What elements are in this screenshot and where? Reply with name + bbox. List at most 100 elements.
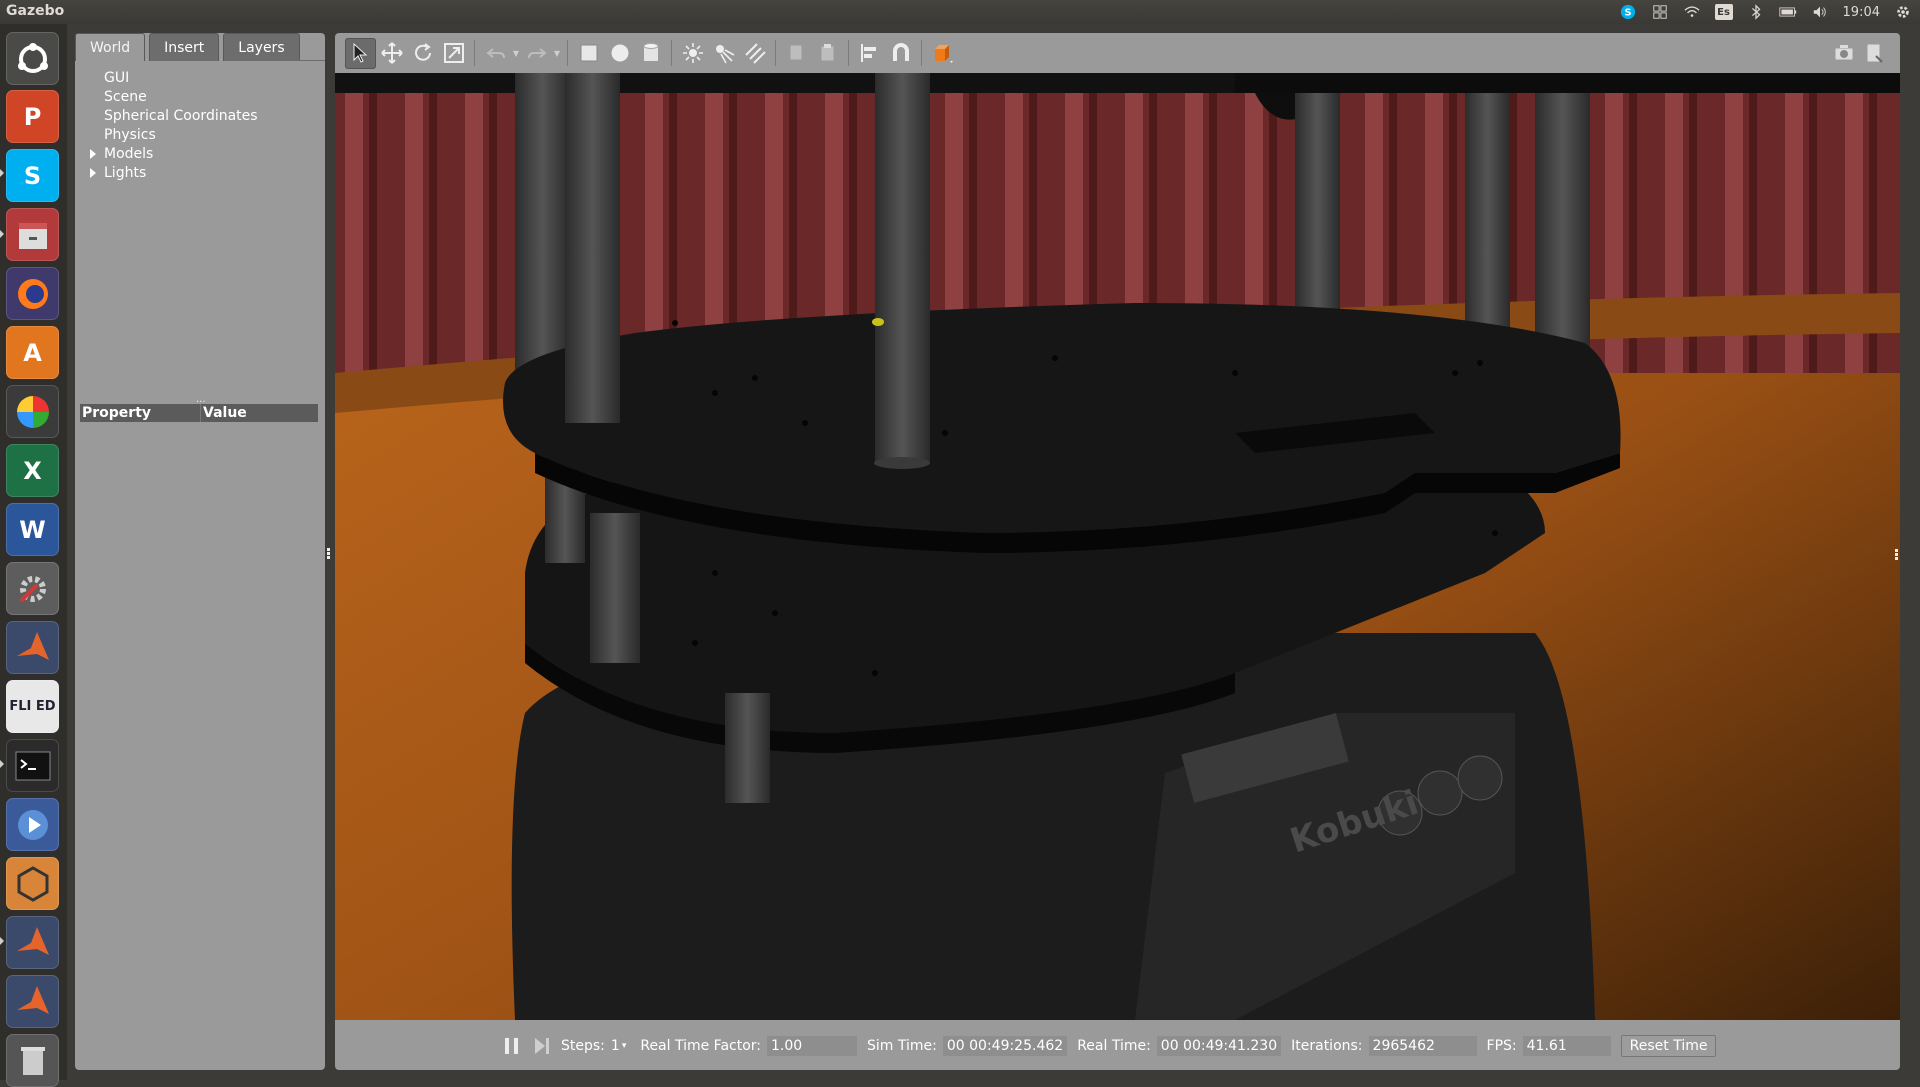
tree-item-scene[interactable]: Scene	[75, 88, 325, 107]
cylinder-shape-icon[interactable]	[635, 38, 666, 69]
skype-icon[interactable]: S	[6, 149, 59, 202]
software-center-icon[interactable]: A	[6, 326, 59, 379]
terminal-icon[interactable]	[6, 739, 59, 792]
word-icon[interactable]: W	[6, 503, 59, 556]
kobuki-button-b2	[1457, 755, 1503, 801]
point-light-icon[interactable]	[677, 38, 708, 69]
media-player-icon[interactable]	[6, 798, 59, 851]
tree-item-label: Spherical Coordinates	[104, 108, 258, 124]
tree-item-lights[interactable]: Lights	[75, 164, 325, 183]
rotate-mode-icon[interactable]	[407, 38, 438, 69]
value-column-header[interactable]: Value	[200, 404, 318, 422]
tree-item-label: Physics	[104, 127, 156, 143]
photos-icon[interactable]	[6, 385, 59, 438]
toolbar-separator	[474, 40, 475, 66]
files-icon[interactable]	[6, 208, 59, 261]
expand-arrow-icon[interactable]	[90, 168, 96, 178]
tree-item-spherical-coordinates[interactable]: Spherical Coordinates	[75, 107, 325, 126]
tree-item-gui[interactable]: GUI	[75, 69, 325, 88]
tree-item-label: Scene	[104, 89, 147, 105]
standoff-pole	[565, 73, 620, 423]
sim-time-label: Sim Time:	[867, 1038, 937, 1054]
tree-item-models[interactable]: Models	[75, 145, 325, 164]
toolbar-separator	[921, 40, 922, 66]
right-panel-collapse-handle[interactable]	[1895, 549, 1898, 561]
iterations-value: 2965462	[1368, 1036, 1477, 1056]
steps-dropdown-icon[interactable]: ▾	[622, 1041, 627, 1051]
iterations-label: Iterations:	[1291, 1038, 1363, 1054]
tab-insert[interactable]: Insert	[149, 33, 220, 61]
kobuki-button-b1	[1417, 770, 1463, 816]
world-tree: GUI Scene Spherical Coordinates Physics …	[75, 69, 325, 183]
skype-tray-icon[interactable]: S	[1619, 4, 1637, 20]
log-data-icon[interactable]	[1862, 41, 1886, 65]
toolbar-right	[1832, 41, 1886, 65]
step-forward-icon[interactable]	[531, 1035, 553, 1057]
standoff-pole	[1295, 93, 1340, 333]
system-settings-icon[interactable]	[6, 562, 59, 615]
left-panel-collapse-handle[interactable]	[327, 548, 330, 560]
matlab-3-icon[interactable]	[6, 975, 59, 1028]
bluetooth-icon[interactable]	[1747, 4, 1765, 20]
firefox-icon[interactable]	[6, 267, 59, 320]
simulation-scene[interactable]: Kobuki	[335, 73, 1900, 1020]
keyboard-layout-icon[interactable]: Es	[1714, 4, 1733, 20]
reset-time-button[interactable]: Reset Time	[1620, 1035, 1717, 1057]
real-time-label: Real Time:	[1077, 1038, 1151, 1054]
powerpoint-icon[interactable]: P	[6, 90, 59, 143]
clock[interactable]: 19:04	[1843, 5, 1880, 20]
matlab-icon[interactable]	[6, 621, 59, 674]
matlab-2-icon[interactable]	[6, 916, 59, 969]
translate-mode-icon[interactable]	[376, 38, 407, 69]
panel-tabs: World Insert Layers	[75, 33, 304, 61]
toolbar-separator	[848, 40, 849, 66]
trash-icon[interactable]	[6, 1034, 59, 1087]
select-mode-icon[interactable]	[345, 37, 376, 69]
session-gear-icon[interactable]	[1894, 4, 1912, 20]
toolbar-separator	[567, 40, 568, 66]
unity-launcher: P S A X W FLI ED	[0, 24, 67, 1087]
copy-icon[interactable]	[781, 38, 812, 69]
screenshot-camera-icon[interactable]	[1832, 41, 1856, 65]
app-title: Gazebo	[6, 3, 65, 19]
snap-magnet-icon[interactable]	[885, 38, 916, 69]
spot-light-icon[interactable]	[708, 38, 739, 69]
tab-underline	[235, 60, 325, 61]
top-plate	[1235, 73, 1900, 93]
excel-icon[interactable]: X	[6, 444, 59, 497]
real-time-value: 00 00:49:41.230	[1156, 1036, 1282, 1056]
directional-light-icon[interactable]	[739, 38, 770, 69]
change-view-icon[interactable]	[927, 38, 958, 69]
scale-mode-icon[interactable]	[438, 38, 469, 69]
top-menubar: Gazebo S Es 19:04	[0, 0, 1920, 24]
ubuntu-dash-icon[interactable]	[6, 32, 59, 85]
system-tray: S Es 19:04	[1619, 0, 1912, 24]
toolbar-separator	[775, 40, 776, 66]
battery-icon[interactable]	[1778, 4, 1797, 20]
undo-icon[interactable]	[480, 38, 511, 69]
tree-item-physics[interactable]: Physics	[75, 126, 325, 145]
toolbar-separator	[671, 40, 672, 66]
steps-spinbox[interactable]: 1	[611, 1038, 620, 1054]
fluxed-icon[interactable]: FLI ED	[6, 680, 59, 733]
property-column-header[interactable]: Property	[80, 404, 200, 422]
pause-icon[interactable]	[501, 1035, 523, 1057]
redo-dropdown-icon[interactable]: ▼	[552, 49, 562, 58]
redo-icon[interactable]	[521, 38, 552, 69]
workspace-switcher-icon[interactable]	[1651, 4, 1669, 20]
volume-icon[interactable]	[1811, 4, 1829, 20]
tab-layers[interactable]: Layers	[223, 33, 300, 61]
box-shape-icon[interactable]	[573, 38, 604, 69]
real-time-factor-label: Real Time Factor:	[640, 1038, 762, 1054]
pole-base	[874, 457, 930, 469]
wifi-icon[interactable]	[1683, 4, 1701, 20]
3d-viewport[interactable]: Kobuki	[335, 73, 1900, 1020]
virtualbox-icon[interactable]	[6, 857, 59, 910]
align-icon[interactable]	[854, 38, 885, 69]
sphere-shape-icon[interactable]	[604, 38, 635, 69]
expand-arrow-icon[interactable]	[90, 149, 96, 159]
undo-dropdown-icon[interactable]: ▼	[511, 49, 521, 58]
tab-world[interactable]: World	[75, 33, 146, 61]
paste-icon[interactable]	[812, 38, 843, 69]
tree-item-label: Lights	[104, 165, 147, 181]
